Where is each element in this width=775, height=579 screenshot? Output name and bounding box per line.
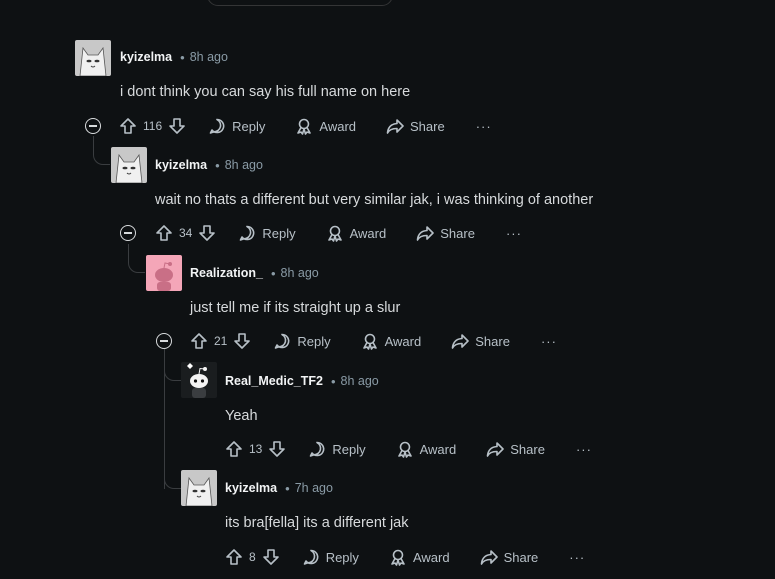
share-icon xyxy=(486,442,505,457)
downvote-icon xyxy=(262,549,279,565)
upvote-icon xyxy=(226,441,242,457)
reply-icon xyxy=(275,333,290,349)
reply-button[interactable]: Reply xyxy=(273,332,331,350)
snoo-avatar-icon xyxy=(181,362,217,398)
share-button[interactable]: Share xyxy=(451,332,510,350)
upvote-icon xyxy=(156,225,172,241)
snoo-avatar-icon xyxy=(146,255,182,291)
comment-body: just tell me if its straight up a slur xyxy=(190,300,401,316)
avatar[interactable] xyxy=(181,362,217,398)
collapse-icon[interactable] xyxy=(85,118,101,134)
downvote-button[interactable] xyxy=(268,440,286,458)
comment-body: i dont think you can say his full name o… xyxy=(120,84,411,100)
downvote-icon xyxy=(269,441,286,457)
share-icon xyxy=(386,119,404,134)
comment-box-edge xyxy=(207,0,393,6)
comment-time[interactable]: 7h ago xyxy=(295,481,333,495)
separator: • xyxy=(330,373,336,389)
cat-avatar-icon xyxy=(111,147,147,183)
collapse-icon[interactable] xyxy=(156,333,172,349)
comment-body: its bra[fella] its a different jak xyxy=(225,515,409,531)
comment-time[interactable]: 8h ago xyxy=(341,374,379,388)
award-icon xyxy=(397,441,412,458)
vote-count: 13 xyxy=(249,442,263,456)
avatar[interactable] xyxy=(75,40,111,76)
comment-time[interactable]: 8h ago xyxy=(281,266,319,280)
downvote-button[interactable] xyxy=(198,224,216,242)
thread-elbow xyxy=(93,136,110,165)
award-button[interactable]: Award xyxy=(389,548,450,566)
collapse-icon[interactable] xyxy=(120,225,136,241)
reply-icon xyxy=(303,549,319,565)
share-button[interactable]: Share xyxy=(386,117,445,135)
downvote-icon xyxy=(234,333,251,349)
award-button[interactable]: Award xyxy=(326,224,386,242)
separator: • xyxy=(270,265,276,281)
vote-count: 116 xyxy=(143,119,163,133)
more-icon[interactable]: ··· xyxy=(506,226,522,241)
comment-body: Yeah xyxy=(225,408,258,424)
award-icon xyxy=(327,225,342,242)
upvote-button[interactable] xyxy=(190,332,208,350)
award-button[interactable]: Award xyxy=(396,440,456,458)
separator: • xyxy=(285,480,290,496)
thread-elbow xyxy=(164,351,181,381)
upvote-icon xyxy=(191,333,207,349)
vote-count: 8 xyxy=(249,550,256,564)
comment-author[interactable]: Realization_ xyxy=(190,266,263,280)
downvote-button[interactable] xyxy=(168,117,186,135)
cat-avatar-icon xyxy=(181,470,217,506)
share-icon xyxy=(480,550,498,565)
upvote-button[interactable] xyxy=(119,117,137,135)
upvote-icon xyxy=(120,118,136,134)
thread-elbow xyxy=(164,460,181,489)
comment-body: wait no thats a different but very simil… xyxy=(155,192,594,208)
reply-button[interactable]: Reply xyxy=(238,224,296,242)
upvote-icon xyxy=(226,549,242,565)
share-button[interactable]: Share xyxy=(486,440,545,458)
downvote-icon xyxy=(199,225,216,241)
avatar[interactable] xyxy=(146,255,182,291)
more-icon[interactable]: ··· xyxy=(541,334,557,349)
comment-author[interactable]: kyizelma xyxy=(225,481,277,495)
vote-count: 34 xyxy=(179,226,193,240)
downvote-icon xyxy=(169,118,185,134)
share-icon xyxy=(416,226,435,241)
downvote-button[interactable] xyxy=(233,332,251,350)
award-icon xyxy=(297,118,312,135)
reply-icon xyxy=(310,441,325,457)
more-icon[interactable]: ··· xyxy=(569,550,585,565)
upvote-button[interactable] xyxy=(155,224,173,242)
share-button[interactable]: Share xyxy=(416,224,475,242)
comment-author[interactable]: kyizelma xyxy=(120,50,172,64)
share-icon xyxy=(451,334,470,349)
thread-elbow xyxy=(128,244,145,273)
upvote-button[interactable] xyxy=(225,548,243,566)
comment-time[interactable]: 8h ago xyxy=(190,50,228,64)
award-button[interactable]: Award xyxy=(295,117,356,135)
more-icon[interactable]: ··· xyxy=(476,119,492,134)
award-icon xyxy=(391,549,405,566)
reply-icon xyxy=(209,118,225,134)
avatar[interactable] xyxy=(111,147,147,183)
separator: • xyxy=(215,157,220,173)
share-button[interactable]: Share xyxy=(480,548,538,566)
cat-avatar-icon xyxy=(75,40,111,76)
award-button[interactable]: Award xyxy=(361,332,421,350)
separator: • xyxy=(180,49,185,65)
vote-count: 21 xyxy=(214,334,228,348)
comment-author[interactable]: kyizelma xyxy=(155,158,207,172)
award-icon xyxy=(362,333,377,350)
more-icon[interactable]: ··· xyxy=(576,442,592,457)
upvote-button[interactable] xyxy=(225,440,243,458)
comment-time[interactable]: 8h ago xyxy=(225,158,263,172)
avatar[interactable] xyxy=(181,470,217,506)
reply-icon xyxy=(240,225,255,241)
reply-button[interactable]: Reply xyxy=(308,440,366,458)
reply-button[interactable]: Reply xyxy=(302,548,359,566)
reply-button[interactable]: Reply xyxy=(208,117,265,135)
downvote-button[interactable] xyxy=(262,548,280,566)
comment-author[interactable]: Real_Medic_TF2 xyxy=(225,374,323,388)
